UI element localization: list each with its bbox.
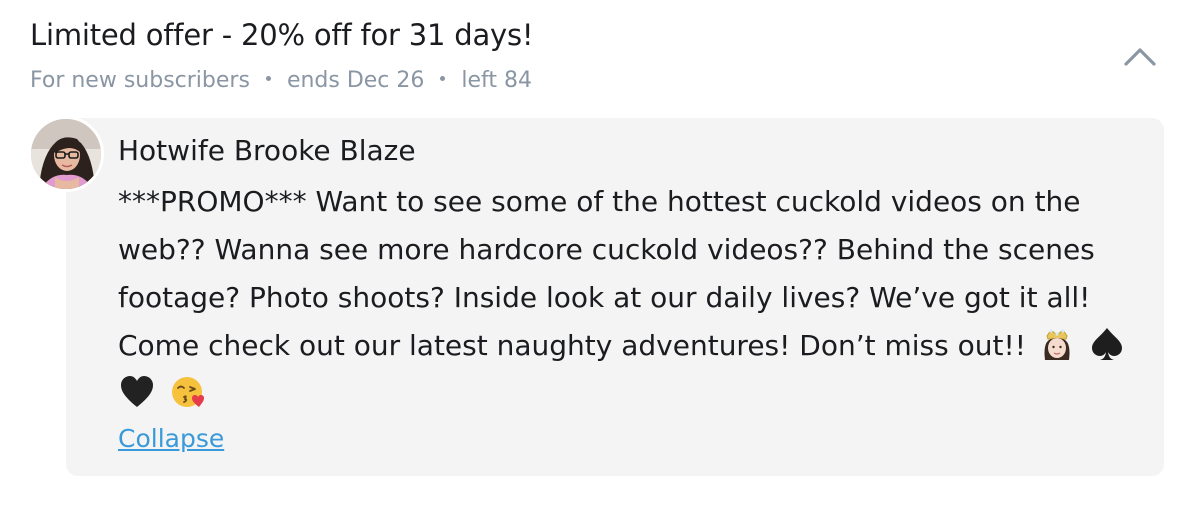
separator-dot xyxy=(440,76,446,81)
spade-suit-emoji xyxy=(1088,325,1126,363)
black-heart-emoji xyxy=(118,373,156,411)
sender-name[interactable]: Hotwife Brooke Blaze xyxy=(118,134,416,167)
avatar-image xyxy=(31,119,101,189)
avatar[interactable] xyxy=(28,116,104,192)
message-body: ***PROMO*** Want to see some of the hott… xyxy=(118,178,1138,418)
collapse-offer-button[interactable] xyxy=(1122,42,1158,70)
separator-dot xyxy=(265,76,271,81)
collapse-message-link[interactable]: Collapse xyxy=(118,424,224,453)
offer-meta: For new subscribers ends Dec 26 left 84 xyxy=(30,68,532,93)
message-text: ***PROMO*** Want to see some of the hott… xyxy=(118,185,1095,362)
offer-remaining-count: left 84 xyxy=(461,68,533,93)
princess-emoji xyxy=(1039,326,1075,362)
chevron-up-icon xyxy=(1124,48,1156,66)
face-blowing-kiss-emoji xyxy=(169,373,207,411)
offer-end-date: ends Dec 26 xyxy=(286,68,425,93)
offer-audience: For new subscribers xyxy=(30,68,250,93)
offer-title: Limited offer - 20% off for 31 days! xyxy=(30,18,534,52)
